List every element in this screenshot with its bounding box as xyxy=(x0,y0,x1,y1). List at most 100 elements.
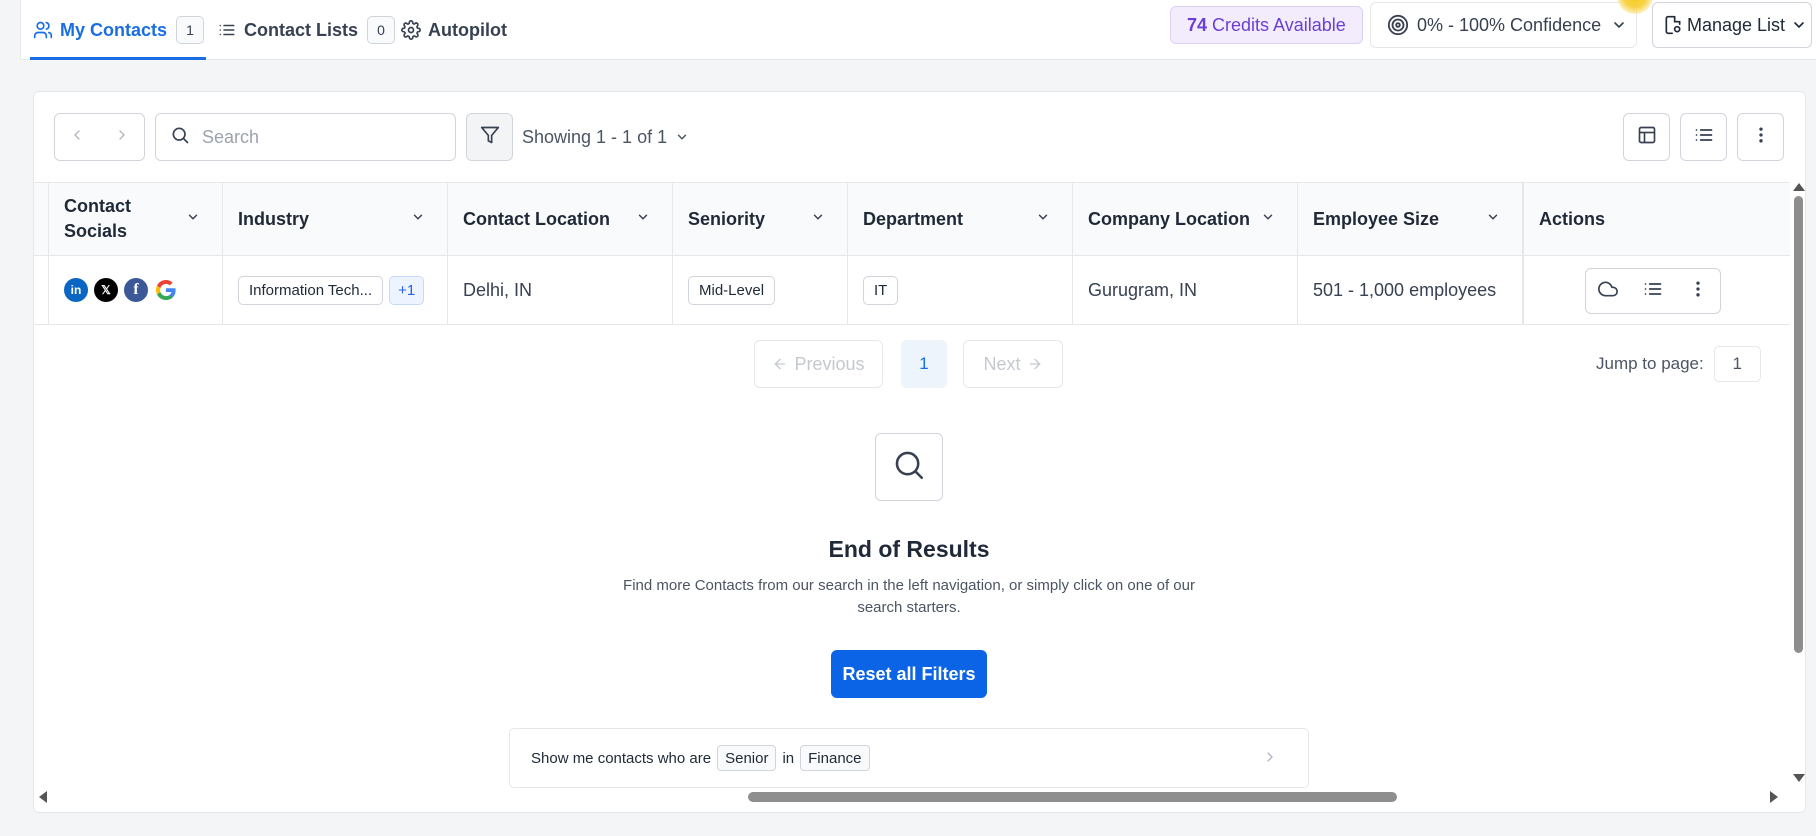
chevron-down-icon[interactable] xyxy=(1261,210,1275,224)
search-icon xyxy=(170,125,190,150)
jump-label: Jump to page: xyxy=(1596,354,1704,373)
horizontal-scrollbar[interactable] xyxy=(34,788,1805,806)
company-location-cell: Gurugram, IN xyxy=(1073,256,1298,324)
department-cell: IT xyxy=(848,256,1073,324)
list-view-button[interactable] xyxy=(1680,113,1727,161)
scroll-down-arrow[interactable] xyxy=(1793,774,1805,782)
list-icon xyxy=(216,19,238,41)
industry-tag[interactable]: Information Tech... xyxy=(238,275,384,305)
filter-button[interactable] xyxy=(466,113,513,161)
chevron-down-icon[interactable] xyxy=(1486,210,1500,224)
chevron-right-icon xyxy=(1262,749,1278,765)
tab-my-contacts[interactable]: My Contacts 1 xyxy=(30,0,206,60)
starter-prefix: Show me contacts who are xyxy=(531,749,712,767)
left-edge xyxy=(0,0,21,60)
actions-cell xyxy=(1522,256,1794,324)
credits-amount: 74 xyxy=(1187,14,1208,35)
chevron-down-icon[interactable] xyxy=(1036,210,1050,224)
tab-contact-lists[interactable]: Contact Lists 0 xyxy=(216,0,396,60)
next-page-button[interactable]: Next xyxy=(963,340,1063,388)
page-number-button[interactable]: 1 xyxy=(901,340,947,388)
list-icon xyxy=(1694,125,1714,150)
jump-page-input[interactable] xyxy=(1713,346,1761,382)
vertical-scrollbar[interactable] xyxy=(1790,182,1805,788)
users-icon xyxy=(32,19,54,41)
chevron-down-icon[interactable] xyxy=(186,210,200,224)
column-header-company-location[interactable]: Company Location xyxy=(1073,183,1298,255)
credits-badge: 74 Credits Available xyxy=(1170,6,1363,44)
jump-to-page: Jump to page: xyxy=(1596,346,1761,382)
gear-icon xyxy=(400,19,422,41)
list-icon[interactable] xyxy=(1643,279,1663,304)
tab-autopilot[interactable]: Autopilot xyxy=(400,0,507,60)
previous-page-button[interactable]: Previous xyxy=(754,340,883,388)
department-tag: IT xyxy=(863,275,899,305)
row-actions-group xyxy=(1585,268,1721,314)
tab-label: My Contacts xyxy=(60,19,168,40)
reset-filters-button[interactable]: Reset all Filters xyxy=(831,650,987,698)
showing-label: Showing 1 - 1 of 1 xyxy=(522,126,668,147)
tab-label: Autopilot xyxy=(428,19,507,40)
scroll-right-arrow[interactable] xyxy=(1770,791,1778,803)
end-of-results-description: Find more Contacts from our search in th… xyxy=(623,577,1195,616)
facebook-icon[interactable]: f xyxy=(124,278,148,302)
column-header-department[interactable]: Department xyxy=(848,183,1073,255)
chevron-down-icon[interactable] xyxy=(811,210,825,224)
search-input[interactable] xyxy=(202,126,442,148)
seniority-tag: Mid-Level xyxy=(688,275,776,305)
chevron-down-icon[interactable] xyxy=(411,210,425,224)
more-vertical-icon[interactable] xyxy=(1688,279,1708,304)
tab-label: Contact Lists xyxy=(244,19,359,40)
industry-more-tag[interactable]: +1 xyxy=(389,275,425,305)
arrow-right-icon xyxy=(1027,356,1043,372)
tab-count-badge: 0 xyxy=(367,16,396,44)
more-options-button[interactable] xyxy=(1737,113,1784,161)
column-header-contact-location[interactable]: Contact Location xyxy=(448,183,673,255)
tab-count-badge: 1 xyxy=(176,16,205,44)
prev-next-group xyxy=(54,113,145,161)
chevron-left-icon[interactable] xyxy=(69,127,85,148)
horizontal-scroll-thumb[interactable] xyxy=(748,792,1397,802)
row-select-cell xyxy=(34,256,49,324)
employee-size-cell: 501 - 1,000 employees xyxy=(1313,279,1497,300)
table-row[interactable]: in 𝕏 f Information Tech... +1 Delhi, IN … xyxy=(34,256,1794,325)
scroll-left-arrow[interactable] xyxy=(39,791,47,803)
chevron-down-icon xyxy=(1791,17,1807,33)
search-icon-box xyxy=(875,433,943,501)
contacts-panel: Showing 1 - 1 of 1 Contact Socials Indus… xyxy=(33,91,1806,813)
manage-list-dropdown[interactable]: Manage List xyxy=(1652,2,1812,48)
starter-connector: in xyxy=(782,749,795,767)
cloud-icon[interactable] xyxy=(1598,279,1619,304)
credits-label: Credits Available xyxy=(1212,14,1346,35)
end-of-results-title: End of Results xyxy=(828,536,990,562)
x-icon[interactable]: 𝕏 xyxy=(94,278,118,302)
seniority-cell: Mid-Level xyxy=(673,256,848,324)
chevron-down-icon[interactable] xyxy=(636,210,650,224)
column-header-seniority[interactable]: Seniority xyxy=(673,183,848,255)
column-header-employee-size[interactable]: Employee Size xyxy=(1298,183,1557,255)
column-header-industry[interactable]: Industry xyxy=(223,183,448,255)
scroll-up-arrow[interactable] xyxy=(1793,183,1805,191)
search-box xyxy=(155,113,456,161)
column-header-contact-socials[interactable]: Contact Socials xyxy=(49,183,223,255)
chevron-down-icon xyxy=(1611,17,1627,33)
vertical-scroll-thumb[interactable] xyxy=(1794,196,1803,653)
confidence-dropdown[interactable]: 0% - 100% Confidence xyxy=(1370,2,1637,48)
column-header-actions: Actions xyxy=(1522,183,1794,255)
confidence-label: 0% - 100% Confidence xyxy=(1417,14,1602,35)
google-icon[interactable] xyxy=(154,278,178,302)
top-bar: My Contacts 1 Contact Lists 0 Autopilot … xyxy=(0,0,1816,60)
starter-department-tag: Finance xyxy=(800,745,870,771)
showing-dropdown[interactable]: Showing 1 - 1 of 1 xyxy=(522,113,689,161)
arrow-left-icon xyxy=(772,356,788,372)
contact-socials-cell: in 𝕏 f xyxy=(49,256,223,324)
industry-cell: Information Tech... +1 xyxy=(223,256,448,324)
chevron-right-icon[interactable] xyxy=(114,127,130,148)
linkedin-icon[interactable]: in xyxy=(64,278,88,302)
search-starter-card[interactable]: Show me contacts who are Senior in Finan… xyxy=(509,728,1309,788)
target-icon xyxy=(1387,14,1409,36)
clipboard-gear-icon xyxy=(1663,14,1683,36)
table-layout-button[interactable] xyxy=(1623,113,1670,161)
row-select-column xyxy=(34,183,49,255)
starter-seniority-tag: Senior xyxy=(717,745,777,771)
